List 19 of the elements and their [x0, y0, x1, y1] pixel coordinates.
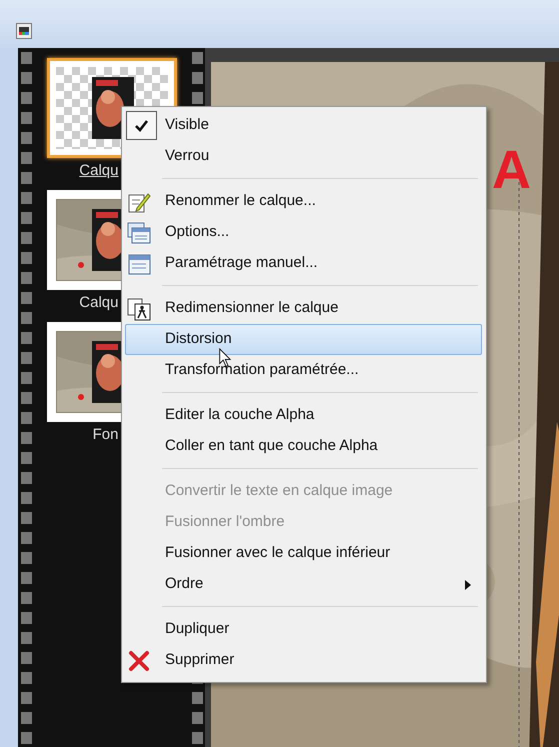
- delete-icon: [127, 649, 151, 673]
- menu-item[interactable]: Visible: [125, 110, 482, 141]
- menu-item[interactable]: Transformation paramétrée...: [125, 355, 482, 386]
- resize-icon: [127, 297, 151, 321]
- menu-item[interactable]: Fusionner avec le calque inférieur: [125, 538, 482, 569]
- windows-icon: [127, 221, 151, 245]
- menu-item[interactable]: Verrou: [125, 141, 482, 172]
- menu-item[interactable]: Dupliquer: [125, 614, 482, 645]
- menu-item[interactable]: Redimensionner le calque: [125, 293, 482, 324]
- app-icon: [16, 23, 32, 39]
- menu-item[interactable]: Ordre: [125, 569, 482, 600]
- menu-item[interactable]: Supprimer: [125, 645, 482, 676]
- menu-item[interactable]: Editer la couche Alpha: [125, 400, 482, 431]
- menu-item[interactable]: Paramétrage manuel...: [125, 248, 482, 279]
- menu-item[interactable]: Distorsion: [125, 324, 482, 355]
- menu-item[interactable]: Renommer le calque...: [125, 186, 482, 217]
- menu-item[interactable]: Options...: [125, 217, 482, 248]
- menu-item[interactable]: Coller en tant que couche Alpha: [125, 431, 482, 462]
- window-icon: [127, 252, 151, 276]
